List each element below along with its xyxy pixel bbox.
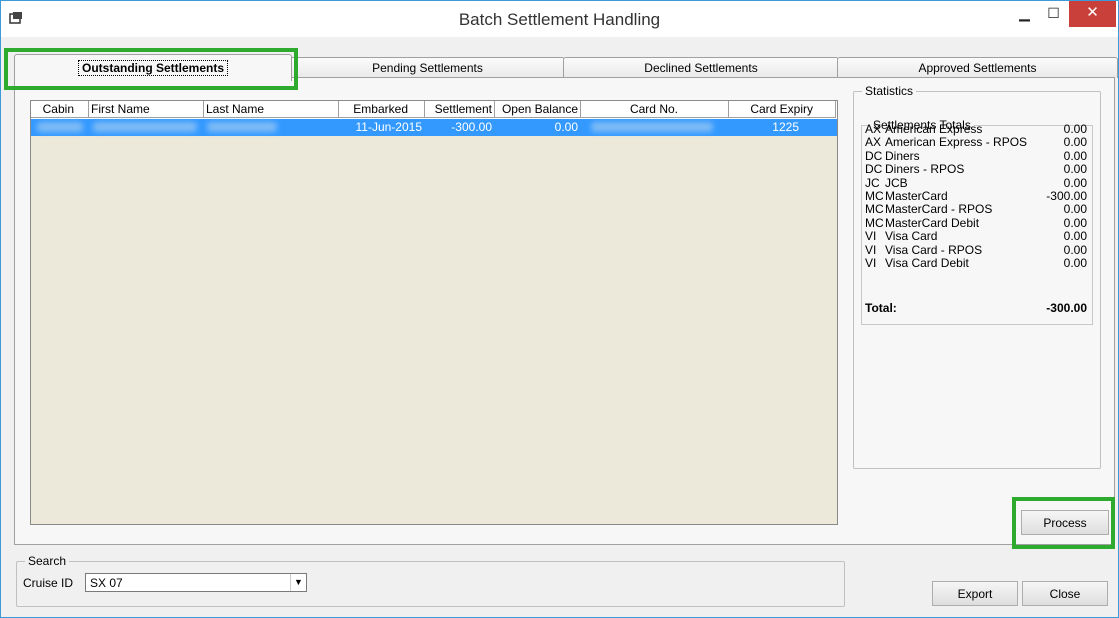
total-row: Total: -300.00	[865, 301, 1087, 315]
card-amount: 0.00	[1063, 122, 1087, 136]
column-header-embarked[interactable]: Embarked	[339, 101, 425, 118]
card-amount: 0.00	[1063, 175, 1087, 190]
total-amount: -300.00	[1046, 301, 1087, 315]
close-button[interactable]: Close	[1022, 581, 1108, 606]
card-name: JCB	[885, 175, 908, 190]
card-name: Visa Card - RPOS	[885, 242, 983, 257]
card-name: MasterCard Debit	[885, 215, 980, 230]
export-button[interactable]: Export	[932, 581, 1018, 606]
cell-open-balance: 0.00	[554, 120, 578, 134]
tab-declined-settlements[interactable]: Declined Settlements	[563, 57, 839, 78]
column-header-last-name[interactable]: Last Name	[204, 101, 339, 118]
card-amount: 0.00	[1063, 255, 1087, 270]
table-row[interactable]: 11-Jun-2015 -300.00 0.00 1225	[31, 119, 837, 136]
window-title: Batch Settlement Handling	[458, 10, 661, 29]
redacted-last-name	[207, 122, 277, 132]
list-item: MC MasterCard - RPOS 0.00	[865, 202, 1087, 217]
card-amount: 0.00	[1063, 242, 1087, 257]
settlement-totals-list: AX American Express 0.00 AX American Expres…	[865, 122, 1087, 270]
card-name: Visa Card	[885, 229, 938, 244]
redacted-first-name	[93, 122, 197, 132]
card-amount: 0.00	[1063, 215, 1087, 230]
list-item: DC Diners - RPOS 0.00	[865, 162, 1087, 177]
tab-approved-settlements[interactable]: Approved Settlements	[837, 57, 1118, 78]
card-amount: -300.00	[1046, 188, 1087, 203]
card-name: Visa Card Debit	[885, 255, 969, 270]
card-name: American Express	[885, 122, 983, 136]
cruise-id-select[interactable]: SX 07 ▼	[85, 573, 307, 592]
column-header-first-name[interactable]: First Name	[89, 101, 204, 118]
redacted-cabin	[37, 122, 83, 132]
list-item: MC MasterCard -300.00	[865, 188, 1087, 203]
cell-settlement: -300.00	[451, 120, 492, 134]
card-code: DC	[865, 148, 883, 163]
list-item: AX American Express - RPOS 0.00	[865, 135, 1087, 150]
card-amount: 0.00	[1063, 229, 1087, 244]
list-item: VI Visa Card 0.00	[865, 229, 1087, 244]
card-code: MC	[865, 215, 884, 230]
cell-card-expiry: 1225	[772, 120, 799, 134]
tab-pending-settlements[interactable]: Pending Settlements	[290, 57, 565, 78]
redacted-card-no	[591, 122, 713, 132]
card-code: JC	[865, 175, 880, 190]
card-code: MC	[865, 202, 884, 217]
card-name: MasterCard	[885, 188, 948, 203]
card-code: AX	[865, 122, 882, 136]
column-header-card-no[interactable]: Card No.	[581, 101, 729, 118]
card-name: American Express - RPOS	[885, 135, 1028, 150]
column-header-cabin[interactable]: Cabin	[31, 101, 89, 118]
title-bar: Batch Settlement Handling ▁ ☐ ✕	[1, 1, 1118, 37]
card-amount: 0.00	[1063, 202, 1087, 217]
list-item: VI Visa Card - RPOS 0.00	[865, 242, 1087, 257]
cruise-id-label: Cruise ID	[23, 576, 74, 590]
settlements-grid[interactable]: Cabin First Name Last Name Embarked Sett…	[30, 100, 838, 525]
process-button[interactable]: Process	[1021, 510, 1109, 535]
list-item: MC MasterCard Debit 0.00	[865, 215, 1087, 230]
card-name: Diners - RPOS	[885, 162, 965, 177]
list-item: JC JCB 0.00	[865, 175, 1087, 190]
grid-header: Cabin First Name Last Name Embarked Sett…	[31, 101, 837, 119]
card-code: MC	[865, 188, 884, 203]
batch-settlement-window: Batch Settlement Handling ▁ ☐ ✕ Outstand…	[0, 0, 1119, 618]
list-item: DC Diners 0.00	[865, 148, 1087, 163]
chevron-down-icon[interactable]: ▼	[290, 574, 306, 591]
column-header-settlement[interactable]: Settlement	[425, 101, 495, 118]
window-close-button[interactable]: ✕	[1069, 1, 1116, 27]
list-item: VI Visa Card Debit 0.00	[865, 255, 1087, 270]
maximize-button[interactable]: ☐	[1040, 1, 1067, 27]
cell-embarked: 11-Jun-2015	[355, 120, 423, 134]
card-amount: 0.00	[1063, 162, 1087, 177]
statistics-title: Statistics	[865, 84, 914, 98]
tab-label: Outstanding Settlements	[77, 60, 228, 76]
tab-outstanding-settlements[interactable]: Outstanding Settlements	[14, 54, 292, 81]
total-label: Total:	[865, 301, 897, 315]
card-amount: 0.00	[1063, 148, 1087, 163]
column-header-card-expiry[interactable]: Card Expiry	[729, 101, 836, 118]
column-header-open-balance[interactable]: Open Balance	[495, 101, 581, 118]
card-code: AX	[865, 135, 882, 150]
card-code: VI	[865, 229, 877, 244]
card-name: MasterCard - RPOS	[885, 202, 993, 217]
card-code: VI	[865, 255, 877, 270]
list-item: AX American Express 0.00	[865, 122, 1087, 136]
search-title: Search	[28, 554, 67, 568]
card-amount: 0.00	[1063, 135, 1087, 150]
minimize-button[interactable]: ▁	[1012, 1, 1037, 27]
card-code: DC	[865, 162, 883, 177]
card-code: VI	[865, 242, 877, 257]
cruise-id-value: SX 07	[90, 576, 123, 590]
card-name: Diners	[885, 148, 920, 163]
